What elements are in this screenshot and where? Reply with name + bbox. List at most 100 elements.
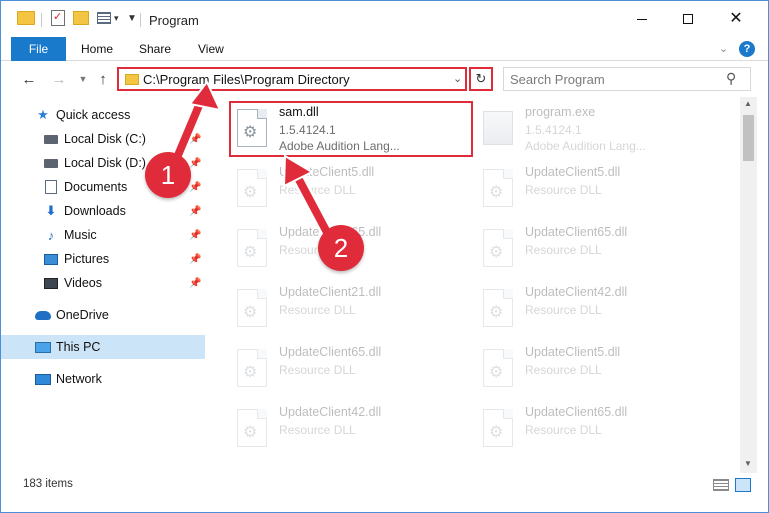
scroll-up-icon[interactable]: ▲	[744, 99, 752, 108]
pin-icon[interactable]: 📌	[189, 278, 201, 289]
pictures-icon	[43, 251, 59, 267]
pin-icon[interactable]: 📌	[189, 182, 201, 193]
close-button[interactable]: ✕	[713, 1, 759, 37]
sidebar-item-label: Local Disk (D:)	[64, 156, 146, 170]
sidebar-item-music[interactable]: ♪ Music 📌	[1, 223, 205, 247]
dll-file-icon: ⚙	[479, 289, 515, 329]
sidebar-item-label: Documents	[64, 180, 128, 194]
file-name: UpdateClient5.dll	[525, 165, 621, 179]
sidebar-item-videos[interactable]: Videos 📌	[1, 271, 205, 295]
pin-icon[interactable]: 📌	[189, 134, 201, 145]
step-badge-2: 2	[318, 225, 364, 271]
dll-file-icon: ⚙	[233, 109, 269, 149]
file-tile[interactable]: ⚙ UpdateClient5.dll Resource DLL	[231, 163, 471, 215]
dll-file-icon: ⚙	[479, 409, 515, 449]
star-icon: ★	[37, 107, 49, 122]
exe-file-icon	[479, 109, 515, 149]
dll-file-icon: ⚙	[233, 229, 269, 269]
file-name: UpdateClient42.dll	[279, 405, 382, 419]
pin-icon[interactable]: 📌	[189, 230, 201, 241]
file-type: Resource DLL	[279, 363, 356, 377]
properties-icon[interactable]	[51, 10, 65, 26]
refresh-icon: ↻	[475, 71, 487, 86]
address-path[interactable]: C:\Program Files\Program Directory	[143, 72, 350, 87]
chevron-down-icon[interactable]: ⌄	[453, 72, 462, 85]
search-box[interactable]: ⚲	[503, 67, 751, 91]
tab-view[interactable]: View	[198, 37, 224, 61]
file-type: Resource DLL	[279, 183, 356, 197]
maximize-button[interactable]	[665, 1, 711, 37]
up-arrow-icon[interactable]: ↑	[93, 69, 113, 89]
sidebar-item-onedrive[interactable]: OneDrive	[1, 303, 205, 327]
search-icon[interactable]: ⚲	[726, 70, 736, 87]
computer-icon	[35, 339, 51, 355]
close-icon: ✕	[729, 10, 743, 27]
network-icon	[35, 371, 51, 387]
dll-file-icon: ⚙	[233, 409, 269, 449]
new-folder-icon[interactable]	[73, 11, 89, 25]
file-tile-sam-dll[interactable]: ⚙ sam.dll 1.5.4124.1 Adobe Audition Lang…	[229, 101, 473, 157]
sidebar-item-label: Quick access	[56, 108, 131, 122]
sidebar-item-quick-access[interactable]: ★ Quick access	[1, 103, 205, 127]
chevron-down-icon[interactable]: ▾	[114, 13, 119, 24]
address-bar[interactable]: C:\Program Files\Program Directory ⌄	[117, 67, 467, 91]
view-options-icon[interactable]	[97, 12, 111, 24]
sidebar-item-network[interactable]: Network	[1, 367, 205, 391]
file-name: sam.dll	[279, 105, 319, 119]
minimize-icon	[637, 18, 647, 20]
file-name: UpdateClient42.dll	[525, 285, 628, 299]
customize-toolbar-icon[interactable]: ▼	[127, 13, 137, 24]
dll-file-icon: ⚙	[479, 169, 515, 209]
file-tile[interactable]: program.exe 1.5.4124.1 Adobe Audition La…	[477, 103, 717, 155]
sidebar-item-label: Videos	[64, 276, 102, 290]
pin-icon[interactable]: 📌	[189, 158, 201, 169]
sidebar-item-local-disk-c[interactable]: Local Disk (C:) 📌	[1, 127, 205, 151]
file-type: Resource DLL	[525, 423, 602, 437]
forward-arrow-icon[interactable]: →	[49, 69, 69, 89]
file-type: Resource DLL	[525, 303, 602, 317]
file-tile[interactable]: ⚙ UpdateClient5.dll Resource DLL	[477, 343, 717, 395]
sidebar-item-this-pc[interactable]: This PC	[1, 335, 205, 359]
file-description: Adobe Audition Lang...	[525, 139, 646, 153]
videos-icon	[43, 275, 59, 291]
folder-icon	[125, 74, 139, 85]
file-tile[interactable]: ⚙ UpdateClient5.dll Resource DLL	[477, 163, 717, 215]
file-tile[interactable]: ⚙ UpdateClient42.dll Resource DLL	[477, 283, 717, 335]
tiles-view-icon[interactable]	[735, 478, 751, 492]
tab-home[interactable]: Home	[81, 37, 113, 61]
tab-share[interactable]: Share	[139, 37, 171, 61]
search-input[interactable]	[510, 71, 720, 87]
item-count: 183 items	[23, 478, 73, 490]
file-tile[interactable]: ⚙ UpdateClient65.dll Resource DLL	[477, 223, 717, 275]
file-version: 1.5.4124.1	[525, 123, 582, 137]
sidebar-item-label: This PC	[56, 340, 101, 354]
scroll-down-icon[interactable]: ▼	[744, 459, 752, 468]
refresh-button[interactable]: ↻	[469, 67, 493, 91]
pin-icon[interactable]: 📌	[189, 206, 201, 217]
sidebar-item-downloads[interactable]: ⬇ Downloads 📌	[1, 199, 205, 223]
recent-locations-icon[interactable]: ▼	[73, 69, 93, 89]
minimize-button[interactable]	[619, 1, 665, 37]
file-tile[interactable]: ⚙ UpdateClient65.dll Resource DLL	[231, 343, 471, 395]
expand-ribbon-icon[interactable]: ⌄	[719, 42, 728, 55]
pin-icon[interactable]: 📌	[189, 254, 201, 265]
back-arrow-icon[interactable]: ←	[19, 69, 39, 89]
file-tile[interactable]: ⚙ UpdateClient65.dll Resource DLL	[477, 403, 717, 455]
file-name: program.exe	[525, 105, 596, 119]
file-type: Resource DLL	[525, 363, 602, 377]
file-name: UpdateClient65.dll	[525, 225, 628, 239]
tab-file[interactable]: File	[11, 37, 66, 61]
details-view-icon[interactable]	[713, 479, 729, 491]
dll-file-icon: ⚙	[479, 229, 515, 269]
navigation-bar: ← → ▼ ↑ C:\Program Files\Program Directo…	[1, 61, 768, 97]
help-icon[interactable]: ?	[739, 41, 755, 57]
cloud-icon	[35, 307, 51, 323]
folder-icon	[17, 11, 35, 25]
sidebar-item-pictures[interactable]: Pictures 📌	[1, 247, 205, 271]
dll-file-icon: ⚙	[233, 169, 269, 209]
pane-divider[interactable]	[205, 97, 215, 473]
file-tile[interactable]: ⚙ UpdateClient42.dll Resource DLL	[231, 403, 471, 455]
vertical-scrollbar[interactable]: ▲ ▼	[740, 97, 757, 473]
file-tile[interactable]: ⚙ UpdateClient21.dll Resource DLL	[231, 283, 471, 335]
scrollbar-thumb[interactable]	[743, 115, 754, 161]
